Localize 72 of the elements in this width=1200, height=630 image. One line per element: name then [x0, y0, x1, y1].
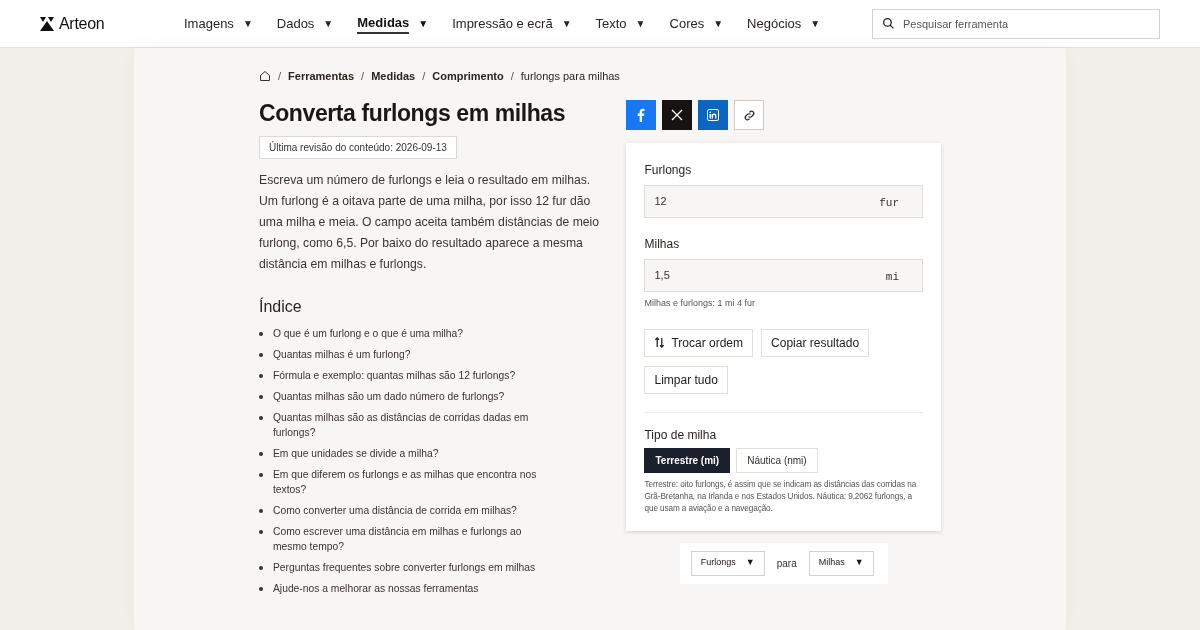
- swap-order-button[interactable]: Trocar ordem: [644, 328, 754, 357]
- bullet-icon: [259, 509, 263, 513]
- breadcrumb-link[interactable]: Comprimento: [432, 67, 504, 85]
- bullet-icon: [259, 416, 263, 420]
- toc-link[interactable]: Quantas milhas são as distâncias de corridas dadas em furlongs?: [273, 410, 545, 440]
- to-unit-dropdown[interactable]: Milhas ▼: [808, 550, 874, 576]
- bullet-icon: [259, 587, 263, 591]
- toc-link[interactable]: Como converter uma distância de corrida em milhas?: [273, 503, 545, 518]
- toc-link[interactable]: Em que diferem os furlongs e as milhas que encontra nos textos?: [273, 467, 545, 497]
- bullet-icon: [259, 353, 263, 357]
- field-label: Milhas: [644, 236, 681, 253]
- x-share-button[interactable]: [662, 100, 693, 130]
- link-icon: [742, 108, 756, 122]
- linkedin-share-button[interactable]: [698, 100, 729, 130]
- breadcrumb-separator: /: [510, 68, 514, 84]
- breadcrumb-separator: /: [422, 68, 426, 84]
- breadcrumb-separator: /: [361, 68, 365, 84]
- mile-type-heading: Tipo de milha: [644, 426, 718, 444]
- home-icon[interactable]: [259, 70, 271, 82]
- bullet-icon: [259, 452, 263, 456]
- breadcrumb-link[interactable]: Ferramentas: [288, 67, 355, 85]
- bullet-icon: [259, 566, 263, 570]
- mile-type-toggle[interactable]: Terrestre (mi): [644, 447, 731, 473]
- toc-link[interactable]: Fórmula e exemplo: quantas milhas são 12 furlongs?: [273, 368, 545, 383]
- from-unit-dropdown[interactable]: Furlongs ▼: [690, 550, 765, 576]
- result-hint: Milhas e furlongs: 1 mi 4 fur: [644, 297, 756, 310]
- nav-menu-item[interactable]: Cores ▼: [669, 10, 724, 37]
- facebook-share-button[interactable]: [626, 100, 657, 130]
- joiner-text: para: [776, 556, 797, 571]
- unit-label: mi: [885, 270, 899, 286]
- number-input-field[interactable]: 1,5 mi: [644, 259, 923, 292]
- toc-link[interactable]: Quantas milhas são um dado número de furlongs?: [273, 389, 545, 404]
- logo-text: Arteon: [59, 13, 105, 34]
- toc-link[interactable]: Perguntas frequentes sobre converter furlongs em milhas: [273, 560, 545, 575]
- bullet-icon: [259, 332, 263, 336]
- copy-link-button[interactable]: [734, 100, 765, 130]
- toc-link[interactable]: Quantas milhas é um furlong?: [273, 347, 545, 362]
- mile-type-toggle[interactable]: Náutica (nmi): [736, 447, 818, 473]
- swap-arrows-icon: [654, 337, 666, 348]
- field-label: Furlongs: [644, 162, 693, 179]
- facebook-icon: [637, 108, 646, 122]
- logo-icon: [40, 16, 54, 31]
- page-title: Converta furlongs em milhas: [259, 99, 567, 128]
- nav-menu-item[interactable]: Impressão e ecrã ▼: [452, 10, 572, 37]
- bullet-icon: [259, 530, 263, 534]
- action-button[interactable]: Limpar tudo: [644, 365, 728, 394]
- toc-heading: Índice: [259, 296, 303, 317]
- bullet-icon: [259, 374, 263, 378]
- x-logo-icon: [671, 109, 684, 121]
- breadcrumb-current-page: furlongs para milhas: [520, 68, 620, 84]
- breadcrumb-link[interactable]: Medidas: [371, 67, 416, 85]
- mile-type-note: Terrestre: oito furlongs, é assim que se indicam as distâncias das corridas na Grã-Bretanha, na Irlanda e nos Estados Unidos. Náutica: 9,2062 furlongs, a que usam a aviação e a navegação.: [644, 478, 918, 515]
- toc-link[interactable]: Como escrever uma distância em milhas e furlongs ao mesmo tempo?: [273, 524, 545, 554]
- number-input-field[interactable]: 12 fur: [644, 185, 923, 218]
- search-field[interactable]: Pesquisar ferramenta: [872, 8, 1160, 39]
- intro-paragraph: Escreva um número de furlongs e leia o resultado em milhas. Um furlong é a oitava parte de uma milha, por isso 12 fur dão uma milha e meia. O campo aceita também distâncias de meio furlong, como 6,5. Por baixo do resultado aparece a mesma distância em milhas e furlongs.: [259, 172, 601, 273]
- toc-link[interactable]: Em que unidades se divide a milha?: [273, 446, 545, 461]
- nav-menu-item[interactable]: Dados ▼: [276, 10, 334, 37]
- action-button[interactable]: Copiar resultado: [761, 328, 870, 357]
- toc-link[interactable]: O que é um furlong e o que é uma milha?: [273, 326, 545, 341]
- linkedin-icon: [707, 109, 720, 121]
- revision-badge: Última revisão do conteúdo: 2026-09-13: [259, 136, 457, 159]
- search-icon: [882, 16, 895, 30]
- toc-link[interactable]: Ajude-nos a melhorar as nossas ferramentas: [273, 581, 545, 596]
- unit-label: fur: [879, 196, 899, 212]
- bullet-icon: [259, 395, 263, 399]
- nav-menu-item[interactable]: Medidas ▼: [357, 10, 429, 37]
- breadcrumb-separator: /: [278, 68, 282, 84]
- nav-menu-item[interactable]: Texto ▼: [595, 10, 646, 37]
- bullet-icon: [259, 473, 263, 477]
- nav-menu-item[interactable]: Negócios ▼: [747, 10, 821, 37]
- nav-menu-item[interactable]: Imagens ▼: [184, 10, 253, 37]
